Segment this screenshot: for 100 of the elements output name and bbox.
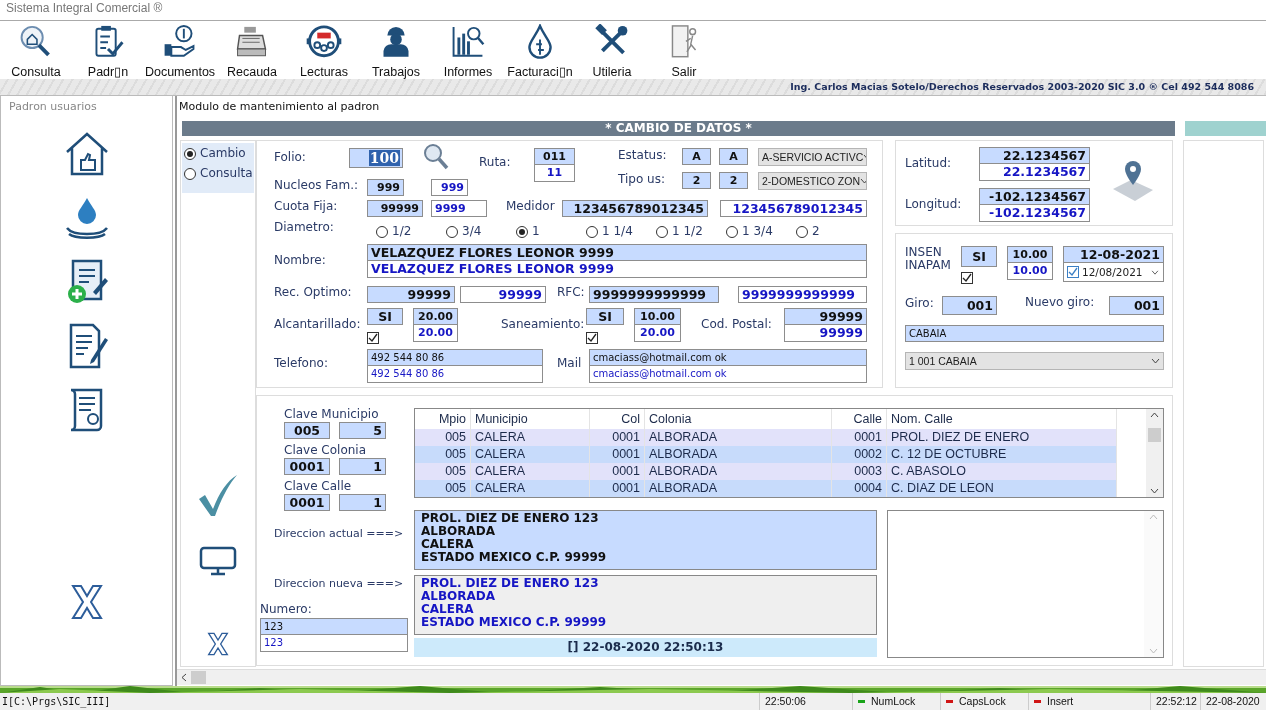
value-field[interactable]: A bbox=[719, 148, 748, 165]
toolbar-button[interactable]: Utileria bbox=[576, 21, 648, 79]
radio-button[interactable]: 2 bbox=[796, 225, 866, 239]
value-field[interactable]: 10.00 bbox=[634, 307, 681, 325]
scrollbar[interactable] bbox=[1146, 409, 1163, 497]
value-field[interactable]: 2 bbox=[719, 172, 748, 189]
value-field[interactable]: 005 bbox=[284, 422, 330, 439]
chevron-up-icon bbox=[1149, 514, 1158, 520]
meter-icon bbox=[305, 24, 343, 59]
toolbar-button[interactable]: Padr▯n bbox=[72, 21, 144, 79]
value-field[interactable]: A bbox=[682, 148, 711, 165]
folio-field[interactable]: 100 bbox=[349, 148, 403, 168]
value-field[interactable]: 2 bbox=[682, 172, 711, 189]
table-cell: 005 bbox=[415, 429, 471, 446]
radio-button[interactable]: 1 1/2 bbox=[656, 225, 726, 239]
toolbar-button[interactable]: Salir bbox=[648, 21, 720, 79]
value-field[interactable]: 1 bbox=[339, 494, 386, 511]
value-field[interactable]: 123456789012345 bbox=[562, 200, 708, 217]
checkbox[interactable] bbox=[961, 272, 973, 284]
scroll-thumb[interactable] bbox=[1148, 428, 1161, 442]
value-field[interactable]: SI bbox=[961, 246, 997, 267]
address-line: ESTADO MEXICO C.P. 99999 bbox=[421, 551, 608, 564]
address-line: CALERA bbox=[421, 603, 475, 616]
toolbar-button[interactable]: Recauda bbox=[216, 21, 288, 79]
date-text: 12/08/2021 bbox=[1082, 265, 1143, 279]
chevron-left-icon bbox=[181, 673, 187, 682]
field-label: Numero: bbox=[260, 603, 313, 616]
value-field[interactable]: 0001 bbox=[284, 458, 330, 475]
value-field[interactable]: 999 bbox=[431, 179, 468, 196]
radio-button[interactable]: 1 1/4 bbox=[586, 225, 656, 239]
value-field[interactable]: 123 bbox=[260, 618, 408, 635]
toolbar-button[interactable]: Trabajos bbox=[360, 21, 432, 79]
radio-button[interactable]: 3/4 bbox=[446, 225, 516, 239]
scroll-thumb[interactable] bbox=[191, 671, 206, 684]
value-field[interactable]: 9999 bbox=[431, 200, 487, 217]
checkbox[interactable] bbox=[1067, 266, 1079, 278]
dropdown[interactable]: 2-DOMESTICO ZON bbox=[758, 172, 867, 190]
value-field[interactable]: SI bbox=[367, 307, 403, 325]
radio-button[interactable]: Cambio bbox=[184, 147, 254, 161]
radio-button[interactable]: 1/2 bbox=[376, 225, 446, 239]
checkbox[interactable] bbox=[367, 331, 379, 344]
value-field[interactable]: 99999 bbox=[784, 307, 867, 325]
value-field[interactable]: 12-08-2021 bbox=[1063, 246, 1164, 263]
dropdown[interactable]: 1 001 CABAIA bbox=[905, 352, 1164, 370]
monitor-icon[interactable] bbox=[199, 546, 237, 576]
dropdown[interactable]: A-SERVICIO ACTIVC bbox=[758, 148, 867, 166]
value-field[interactable]: 9999999999999 bbox=[738, 285, 867, 303]
toolbar-button[interactable]: Informes bbox=[432, 21, 504, 79]
search-icon[interactable] bbox=[423, 143, 449, 171]
value-field[interactable]: CABAIA bbox=[905, 325, 1164, 342]
toolbar-button[interactable]: Lecturas bbox=[288, 21, 360, 79]
value-field[interactable]: 22.1234567 bbox=[979, 147, 1090, 164]
module-title: Modulo de mantenimiento al padron bbox=[179, 101, 381, 115]
value-field[interactable]: 11 bbox=[534, 165, 575, 182]
table-cell: ALBORADA bbox=[645, 429, 832, 446]
table-cell: 005 bbox=[415, 446, 471, 463]
value-field[interactable]: 001 bbox=[1109, 296, 1164, 315]
radio-button[interactable]: 1 3/4 bbox=[726, 225, 796, 239]
value-field[interactable]: 492 544 80 86 bbox=[367, 348, 543, 366]
status-date: 22-08-2020 bbox=[1206, 694, 1260, 709]
checkbox[interactable] bbox=[586, 331, 598, 344]
value-field[interactable]: 22.1234567 bbox=[979, 164, 1090, 181]
notes-field[interactable] bbox=[887, 510, 1164, 658]
table-cell: 0001 bbox=[590, 429, 645, 446]
value-field[interactable]: 99999 bbox=[460, 285, 546, 303]
value-field[interactable]: 0001 bbox=[284, 494, 330, 511]
value-field[interactable]: cmaciass@hotmail.com ok bbox=[589, 348, 867, 366]
scrollbar[interactable] bbox=[1144, 511, 1163, 657]
field-label: Estatus: bbox=[618, 149, 668, 164]
value-field[interactable]: 1 bbox=[339, 458, 386, 475]
value-field[interactable]: SI bbox=[586, 307, 624, 325]
value-field[interactable]: 011 bbox=[534, 148, 575, 165]
table-cell: ALBORADA bbox=[645, 446, 832, 463]
value-field[interactable]: 99999 bbox=[367, 285, 455, 303]
value-field[interactable]: VELAZQUEZ FLORES LEONOR 9999 bbox=[367, 243, 867, 261]
status-indicator: Insert bbox=[1028, 693, 1150, 710]
value-field[interactable]: 20.00 bbox=[413, 307, 458, 325]
value-field[interactable]: 99999 bbox=[367, 200, 423, 217]
radio-button[interactable]: 1 bbox=[516, 225, 586, 239]
value-field[interactable]: 123456789012345 bbox=[720, 200, 867, 217]
date-picker[interactable]: 12/08/2021 bbox=[1063, 263, 1164, 282]
toolbar-button[interactable]: Facturaci▯n bbox=[504, 21, 576, 79]
status-indicator: NumLock bbox=[852, 693, 940, 710]
toolbar-button[interactable]: Consulta bbox=[0, 21, 72, 79]
value-field[interactable]: -102.1234567 bbox=[979, 188, 1090, 205]
chevron-down-icon bbox=[1150, 488, 1159, 494]
field-label: Direccion nueva ===> bbox=[274, 577, 405, 590]
value-field[interactable]: 10.00 bbox=[1007, 263, 1053, 280]
value-field[interactable]: 999 bbox=[367, 179, 404, 196]
value-field[interactable]: 123 bbox=[260, 635, 408, 652]
value-field[interactable]: 9999999999999 bbox=[589, 285, 719, 303]
value-field[interactable]: -102.1234567 bbox=[979, 205, 1090, 222]
radio-button[interactable]: Consulta bbox=[184, 166, 254, 181]
value-field[interactable]: 5 bbox=[339, 422, 386, 439]
checkmark-icon[interactable] bbox=[197, 473, 239, 518]
value-field[interactable]: 001 bbox=[942, 296, 997, 315]
scrollbar[interactable] bbox=[177, 669, 1266, 685]
table-cell: ALBORADA bbox=[645, 480, 832, 497]
value-field[interactable]: 10.00 bbox=[1007, 246, 1053, 263]
toolbar-button[interactable]: Documentos bbox=[144, 21, 216, 79]
